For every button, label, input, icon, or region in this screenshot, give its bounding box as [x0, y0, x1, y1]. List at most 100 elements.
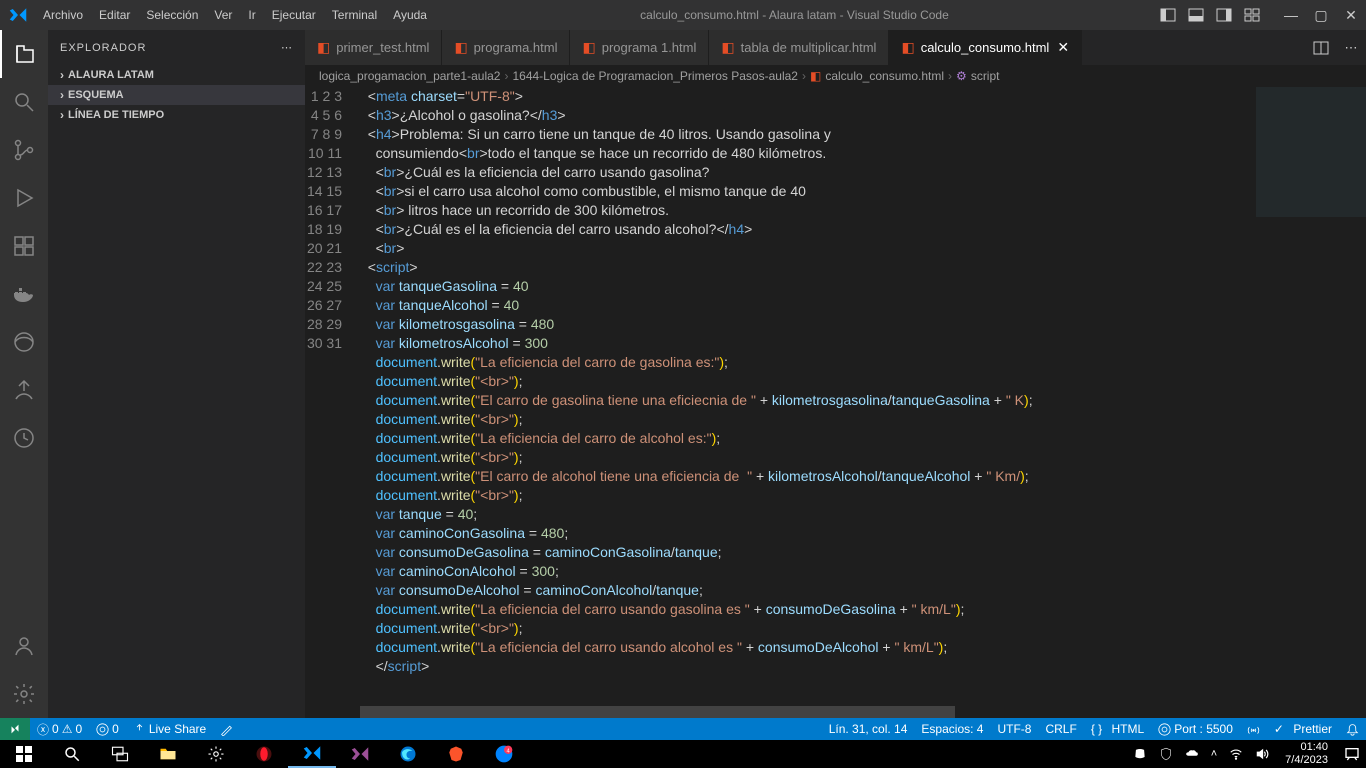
chevron-right-icon: › [60, 88, 64, 102]
editor-group: ◧primer_test.html ◧ programa.html ◧ progra… [305, 30, 1366, 718]
status-quill-icon[interactable] [213, 723, 240, 736]
accounts-icon[interactable] [0, 622, 48, 670]
toggle-secondary-sidebar-icon[interactable] [1210, 0, 1238, 30]
maximize-button[interactable]: ▢ [1306, 0, 1336, 30]
edge-tools-icon[interactable] [0, 318, 48, 366]
remote-indicator[interactable] [0, 718, 30, 740]
sidebar-title: EXPLORADOR [60, 42, 146, 54]
menu-terminal[interactable]: Terminal [324, 8, 385, 22]
tab-programa1[interactable]: ◧ programa 1.html [570, 30, 709, 65]
edge-icon[interactable] [384, 740, 432, 768]
run-debug-icon[interactable] [0, 174, 48, 222]
sidebar-section-project[interactable]: ›ALAURA LATAM [48, 65, 305, 85]
close-tab-icon[interactable]: ✕ [1057, 39, 1069, 56]
scrollbar-thumb[interactable] [360, 706, 955, 718]
html-file-icon: ◧ [901, 39, 914, 56]
menu-seleccion[interactable]: Selección [138, 8, 206, 22]
status-problems[interactable]: ⓧ0⚠0 [30, 721, 89, 738]
sidebar-more-icon[interactable]: ⋯ [281, 41, 293, 54]
brave-icon[interactable] [432, 740, 480, 768]
html-file-icon: ◧ [810, 69, 821, 83]
script-symbol-icon: ⚙ [956, 69, 967, 83]
customize-layout-icon[interactable] [1238, 0, 1266, 30]
tab-label: programa 1.html [602, 40, 697, 55]
taskview-icon[interactable] [96, 740, 144, 768]
tab-tabla[interactable]: ◧tabla de multiplicar.html [709, 30, 889, 65]
status-cursor-position[interactable]: Lín. 31, col. 14 [822, 722, 915, 736]
status-liveserver[interactable]: Port : 5500 [1151, 722, 1240, 736]
menu-editar[interactable]: Editar [91, 8, 138, 22]
html-file-icon: ◧ [582, 39, 595, 56]
docker-icon[interactable] [0, 270, 48, 318]
minimap[interactable] [1256, 87, 1366, 217]
breadcrumb-item[interactable]: 1644-Logica de Programacion_Primeros Pas… [512, 69, 798, 83]
code-editor[interactable]: 1 2 3 4 5 6 7 8 9 10 11 12 13 14 15 16 1… [305, 87, 1366, 706]
status-notifications-icon[interactable] [1339, 723, 1366, 736]
chevron-right-icon: › [60, 108, 64, 122]
horizontal-scrollbar[interactable] [360, 706, 1352, 718]
menu-ayuda[interactable]: Ayuda [385, 8, 435, 22]
tab-programa[interactable]: ◧ programa.html [442, 30, 570, 65]
tray-security-icon[interactable] [1153, 747, 1179, 761]
tray-onedrive-icon[interactable] [1179, 747, 1205, 761]
tab-label: programa.html [474, 40, 558, 55]
timeline-icon[interactable] [0, 414, 48, 462]
status-ports[interactable]: 0 [89, 722, 126, 736]
explorer-icon[interactable] [0, 30, 48, 78]
toggle-primary-sidebar-icon[interactable] [1154, 0, 1182, 30]
taskbar-search-icon[interactable] [48, 740, 96, 768]
sidebar-section-outline[interactable]: › ESQUEMA [48, 85, 305, 105]
start-button[interactable] [0, 740, 48, 768]
menu-ver[interactable]: Ver [206, 8, 240, 22]
activity-bar [0, 30, 48, 718]
tray-chevron-up-icon[interactable]: ˄ [1205, 748, 1223, 760]
breadcrumb[interactable]: logica_progamacion_parte1-aula2› 1644-Lo… [305, 65, 1366, 87]
menu-archivo[interactable]: Archivo [35, 8, 91, 22]
clock-date: 7/4/2023 [1285, 754, 1328, 767]
close-button[interactable]: ✕ [1336, 0, 1366, 30]
tab-label: tabla de multiplicar.html [741, 40, 877, 55]
breadcrumb-item[interactable]: logica_progamacion_parte1-aula2 [319, 69, 500, 83]
liveshare-activitybar-icon[interactable] [0, 366, 48, 414]
layout-controls [1154, 0, 1266, 30]
minimize-button[interactable]: ― [1276, 0, 1306, 30]
breadcrumb-item[interactable]: script [971, 69, 1000, 83]
vscode-taskbar-icon[interactable] [288, 740, 336, 768]
status-liveshare[interactable]: Live Share [126, 722, 213, 736]
sidebar-section-timeline[interactable]: ›LÍNEA DE TIEMPO [48, 105, 305, 125]
source-control-icon[interactable] [0, 126, 48, 174]
opera-icon[interactable] [240, 740, 288, 768]
menu-ir[interactable]: Ir [240, 8, 263, 22]
status-eol[interactable]: CRLF [1038, 722, 1083, 736]
tab-primer-test[interactable]: ◧primer_test.html [305, 30, 442, 65]
more-actions-icon[interactable]: ⋯ [1336, 40, 1366, 56]
breadcrumb-item[interactable]: calculo_consumo.html [825, 69, 944, 83]
settings-app-icon[interactable] [192, 740, 240, 768]
html-file-icon: ◧ [454, 39, 467, 56]
tab-label: calculo_consumo.html [921, 40, 1050, 55]
sidebar-section-label: ALAURA LATAM [68, 69, 154, 81]
settings-gear-icon[interactable] [0, 670, 48, 718]
search-icon[interactable] [0, 78, 48, 126]
extensions-icon[interactable] [0, 222, 48, 270]
code-content[interactable]: <meta charset="UTF-8"> <h3>¿Alcohol o ga… [360, 87, 1366, 706]
tray-discord-icon[interactable] [1127, 747, 1153, 761]
file-explorer-icon[interactable] [144, 740, 192, 768]
status-encoding[interactable]: UTF-8 [990, 722, 1038, 736]
taskbar-clock[interactable]: 01:40 7/4/2023 [1275, 741, 1338, 767]
toggle-panel-icon[interactable] [1182, 0, 1210, 30]
split-editor-icon[interactable] [1306, 40, 1336, 56]
visual-studio-icon[interactable] [336, 740, 384, 768]
status-language[interactable]: { } HTML [1084, 722, 1151, 736]
tab-bar: ◧primer_test.html ◧ programa.html ◧ progra… [305, 30, 1366, 65]
tray-volume-icon[interactable] [1249, 747, 1275, 761]
action-center-icon[interactable] [1338, 746, 1366, 762]
messenger-icon[interactable]: 4 [480, 740, 528, 768]
status-prettier[interactable]: ✓ Prettier [1267, 722, 1339, 736]
sidebar-section-label: ESQUEMA [68, 89, 124, 101]
status-indentation[interactable]: Espacios: 4 [914, 722, 990, 736]
menu-ejecutar[interactable]: Ejecutar [264, 8, 324, 22]
tab-calculo-consumo[interactable]: ◧ calculo_consumo.html ✕ [889, 30, 1082, 65]
tray-wifi-icon[interactable] [1223, 747, 1249, 761]
status-golive[interactable] [1240, 723, 1267, 736]
